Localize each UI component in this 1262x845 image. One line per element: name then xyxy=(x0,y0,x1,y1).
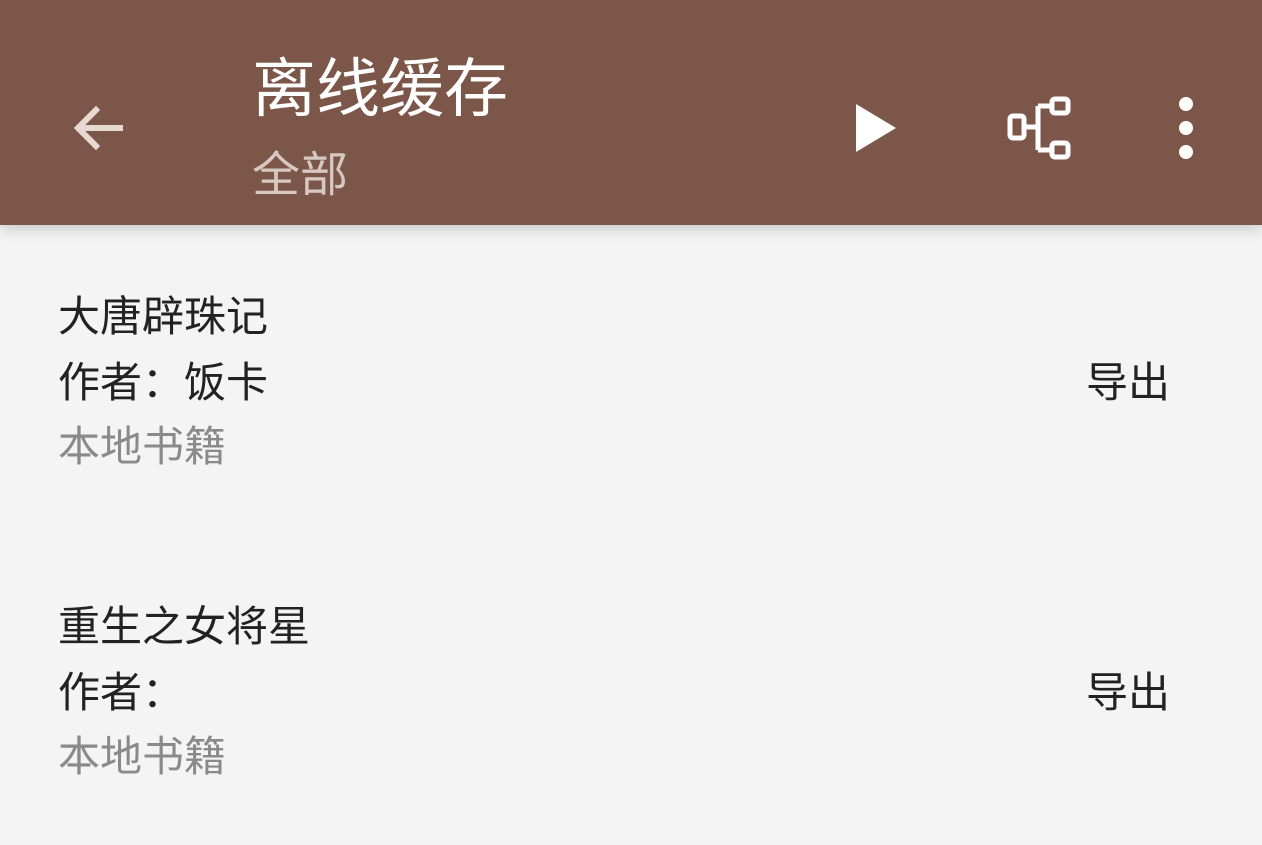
book-author-row: 作者：饭卡 xyxy=(58,353,268,413)
back-button[interactable] xyxy=(58,88,138,168)
app-bar: 离线缓存 全部 xyxy=(0,0,1262,225)
page-title: 离线缓存 xyxy=(252,53,508,127)
author-prefix: 作者： xyxy=(58,668,185,717)
export-button[interactable]: 导出 xyxy=(1086,353,1170,413)
author-prefix: 作者： xyxy=(58,358,185,407)
page-subtitle: 全部 xyxy=(252,147,349,203)
book-name: 大唐辟珠记 xyxy=(58,292,269,341)
book-origin: 本地书籍 xyxy=(58,732,227,781)
list-item[interactable]: 大唐辟珠记 作者：饭卡 本地书籍 导出 xyxy=(0,225,1262,535)
book-origin: 本地书籍 xyxy=(58,422,227,471)
play-button[interactable] xyxy=(836,88,916,168)
export-button[interactable]: 导出 xyxy=(1086,663,1170,723)
list-item[interactable]: 重生之女将星 作者： 本地书籍 导出 xyxy=(0,535,1262,845)
book-name: 重生之女将星 xyxy=(58,602,311,651)
more-vertical-icon xyxy=(1179,97,1193,159)
book-author-row: 作者： xyxy=(58,663,184,723)
play-icon xyxy=(856,104,896,152)
tree-structure-button[interactable] xyxy=(1000,88,1080,168)
tree-icon xyxy=(1007,96,1071,160)
arrow-left-icon xyxy=(73,105,123,151)
cache-book-list: 大唐辟珠记 作者：饭卡 本地书籍 导出 重生之女将星 作者： 本地书籍 导出 xyxy=(0,225,1262,845)
more-options-button[interactable] xyxy=(1146,88,1226,168)
book-author: 饭卡 xyxy=(184,358,269,407)
